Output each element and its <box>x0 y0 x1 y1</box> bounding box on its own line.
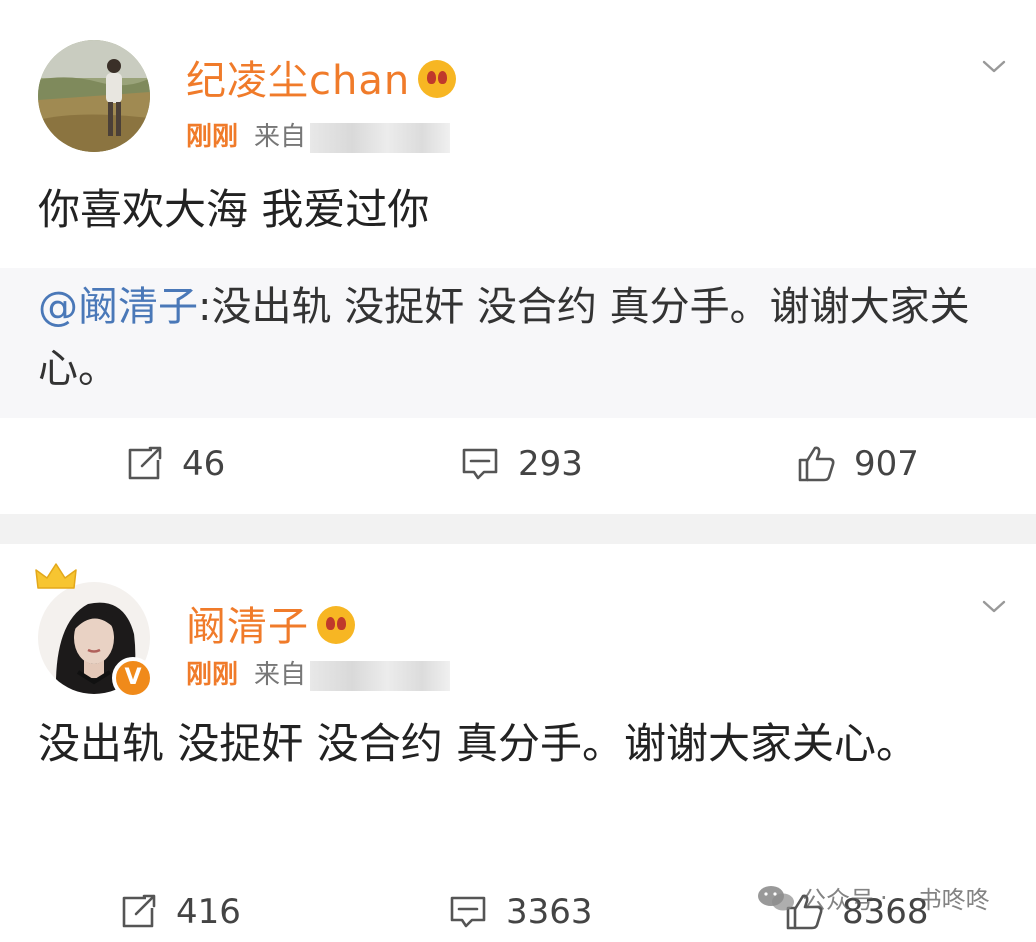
comment-button[interactable]: 3363 <box>446 882 593 942</box>
like-button[interactable]: 907 <box>794 434 919 494</box>
source-label: 来自 <box>254 122 307 152</box>
post-divider <box>0 514 1036 544</box>
repost-icon <box>122 894 156 928</box>
comment-icon <box>450 896 486 928</box>
chevron-down-icon[interactable] <box>980 52 1008 80</box>
repost-button[interactable]: 46 <box>122 434 225 494</box>
blurred-source <box>310 660 451 691</box>
post-meta: 刚刚 来自 <box>186 116 451 153</box>
comment-count: 293 <box>518 444 583 484</box>
avatar-photo-icon <box>38 40 150 152</box>
comment-icon <box>462 448 498 480</box>
watermark: 公众号 · 书咚咚 <box>756 880 990 915</box>
blurred-source <box>310 122 451 153</box>
thumbs-up-icon <box>798 446 835 482</box>
repost-count: 46 <box>182 444 226 484</box>
username[interactable]: 纪凌尘chan <box>186 48 457 106</box>
username-text: 阚清子 <box>186 604 309 650</box>
mention-link[interactable]: @阚清子 <box>38 284 198 330</box>
user-avatar[interactable] <box>38 40 150 152</box>
post-content: 你喜欢大海 我爱过你 <box>38 185 430 234</box>
member-emoji-icon <box>317 606 355 644</box>
like-count: 907 <box>854 444 919 484</box>
verified-badge: V <box>112 657 154 699</box>
watermark-account: 书咚咚 <box>917 886 990 914</box>
username-text: 纪凌尘chan <box>186 58 411 104</box>
repost-count: 416 <box>176 892 241 932</box>
post-meta: 刚刚 来自 <box>186 654 451 691</box>
post-time: 刚刚 <box>186 122 239 152</box>
quoted-post[interactable]: @阚清子:没出轨 没捉奸 没合约 真分手。谢谢大家关心。 <box>0 268 1036 418</box>
watermark-separator: · <box>880 883 888 912</box>
comment-button[interactable]: 293 <box>458 434 583 494</box>
chevron-down-icon[interactable] <box>980 592 1008 620</box>
comment-count: 3363 <box>506 892 593 932</box>
repost-button[interactable]: 416 <box>116 882 241 942</box>
action-bar: 46 293 907 <box>0 434 1036 494</box>
member-emoji-icon <box>418 60 457 98</box>
username[interactable]: 阚清子 <box>186 594 355 652</box>
crown-icon <box>35 563 77 589</box>
wechat-icon <box>758 885 794 910</box>
quoted-text: @阚清子:没出轨 没捉奸 没合约 真分手。谢谢大家关心。 <box>38 276 998 400</box>
watermark-prefix: 公众号 <box>802 886 874 914</box>
source-label: 来自 <box>254 660 307 690</box>
weibo-post-1: 纪凌尘chan 刚刚 来自 你喜欢大海 我爱过你 @阚清子:没出轨 没捉奸 没合约… <box>0 0 1036 514</box>
post-content: 没出轨 没捉奸 没合约 真分手。谢谢大家关心。 <box>38 719 919 768</box>
repost-icon <box>128 446 162 480</box>
post-time: 刚刚 <box>186 660 239 690</box>
